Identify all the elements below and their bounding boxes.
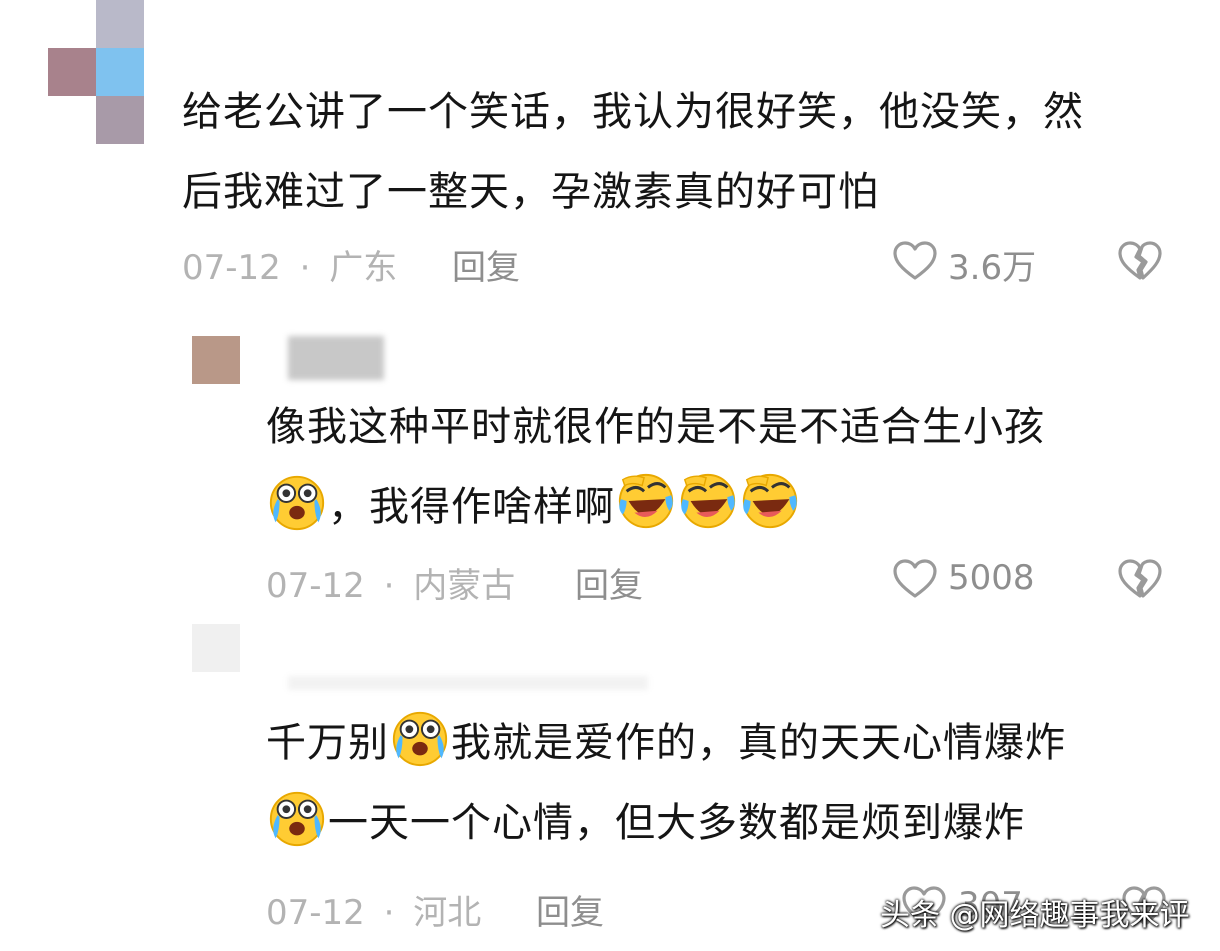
broken-heart-icon[interactable] [1116, 555, 1164, 603]
meta-separator: · [383, 566, 395, 606]
comment-text-fragment: 一天一个心情，但大多数都是烦到爆炸 [328, 800, 1025, 846]
comment-meta: 07-12 · 河北 [266, 885, 481, 934]
comment-meta: 07-12 · 广东 [182, 240, 397, 289]
comment-text: 给老公讲了一个笑话，我认为很好笑，他没笑，然 后我难过了一整天，孕激素真的好可怕 [182, 72, 1192, 232]
broken-heart-icon[interactable] [1116, 237, 1164, 285]
like-count: 5008 [948, 558, 1035, 598]
rolling-laugh-emoji [739, 470, 801, 532]
comment-text-line: 像我这种平时就很作的是不是不适合生小孩 [266, 404, 1045, 450]
crying-face-emoji [389, 706, 451, 768]
comment-text: 千万别 我就是爱作的，真的天天心情爆炸 一天一个心情，但大多数都是烦到爆炸 [266, 703, 1196, 863]
username-redacted [288, 336, 384, 380]
comment-date: 07-12 [266, 893, 365, 933]
reply-button[interactable]: 回复 [575, 558, 643, 607]
crying-face-emoji [266, 470, 328, 532]
reply-button[interactable]: 回复 [452, 240, 520, 289]
meta-separator: · [299, 248, 311, 288]
comment-text-line: 千万别 我就是爱作的，真的天天心情爆炸 [266, 703, 1196, 783]
username-redacted [288, 676, 648, 690]
meta-separator: · [383, 893, 395, 933]
avatar-tile [96, 96, 144, 144]
comment-text-line: 给老公讲了一个笑话，我认为很好笑，他没笑，然 [182, 89, 1084, 135]
comment-text-line: 一天一个心情，但大多数都是烦到爆炸 [266, 783, 1196, 863]
avatar-tile [96, 0, 144, 48]
heart-outline-icon[interactable] [891, 237, 939, 285]
avatar-tile [96, 48, 144, 96]
comment-text-line: 后我难过了一整天，孕激素真的好可怕 [182, 169, 879, 215]
comment-date: 07-12 [266, 566, 365, 606]
like-count: 3.6万 [948, 248, 1037, 288]
heart-outline-icon[interactable] [891, 555, 939, 603]
comment-location: 广东 [329, 248, 398, 288]
comment-text: 像我这种平时就很作的是不是不适合生小孩 ，我得作啥样啊 [266, 387, 1166, 547]
comment-text-fragment: 我就是爱作的，真的天天心情爆炸 [451, 720, 1066, 766]
reply-button[interactable]: 回复 [536, 885, 604, 934]
avatar-tile [48, 48, 96, 96]
comment-date: 07-12 [182, 248, 281, 288]
avatar-tile [192, 336, 240, 384]
comment-text-fragment: ，我得作啥样啊 [328, 484, 615, 530]
rolling-laugh-emoji [677, 470, 739, 532]
crying-face-emoji [266, 786, 328, 848]
watermark: 头条 @网络趣事我来评 [880, 898, 1190, 933]
comment-location: 河北 [413, 893, 482, 933]
comment-location: 内蒙古 [413, 566, 516, 606]
comment-text-fragment: 千万别 [266, 720, 389, 766]
avatar-tile [192, 624, 240, 672]
rolling-laugh-emoji [615, 470, 677, 532]
comment-text-line: ，我得作啥样啊 [266, 467, 1166, 547]
comment-meta: 07-12 · 内蒙古 [266, 558, 515, 607]
